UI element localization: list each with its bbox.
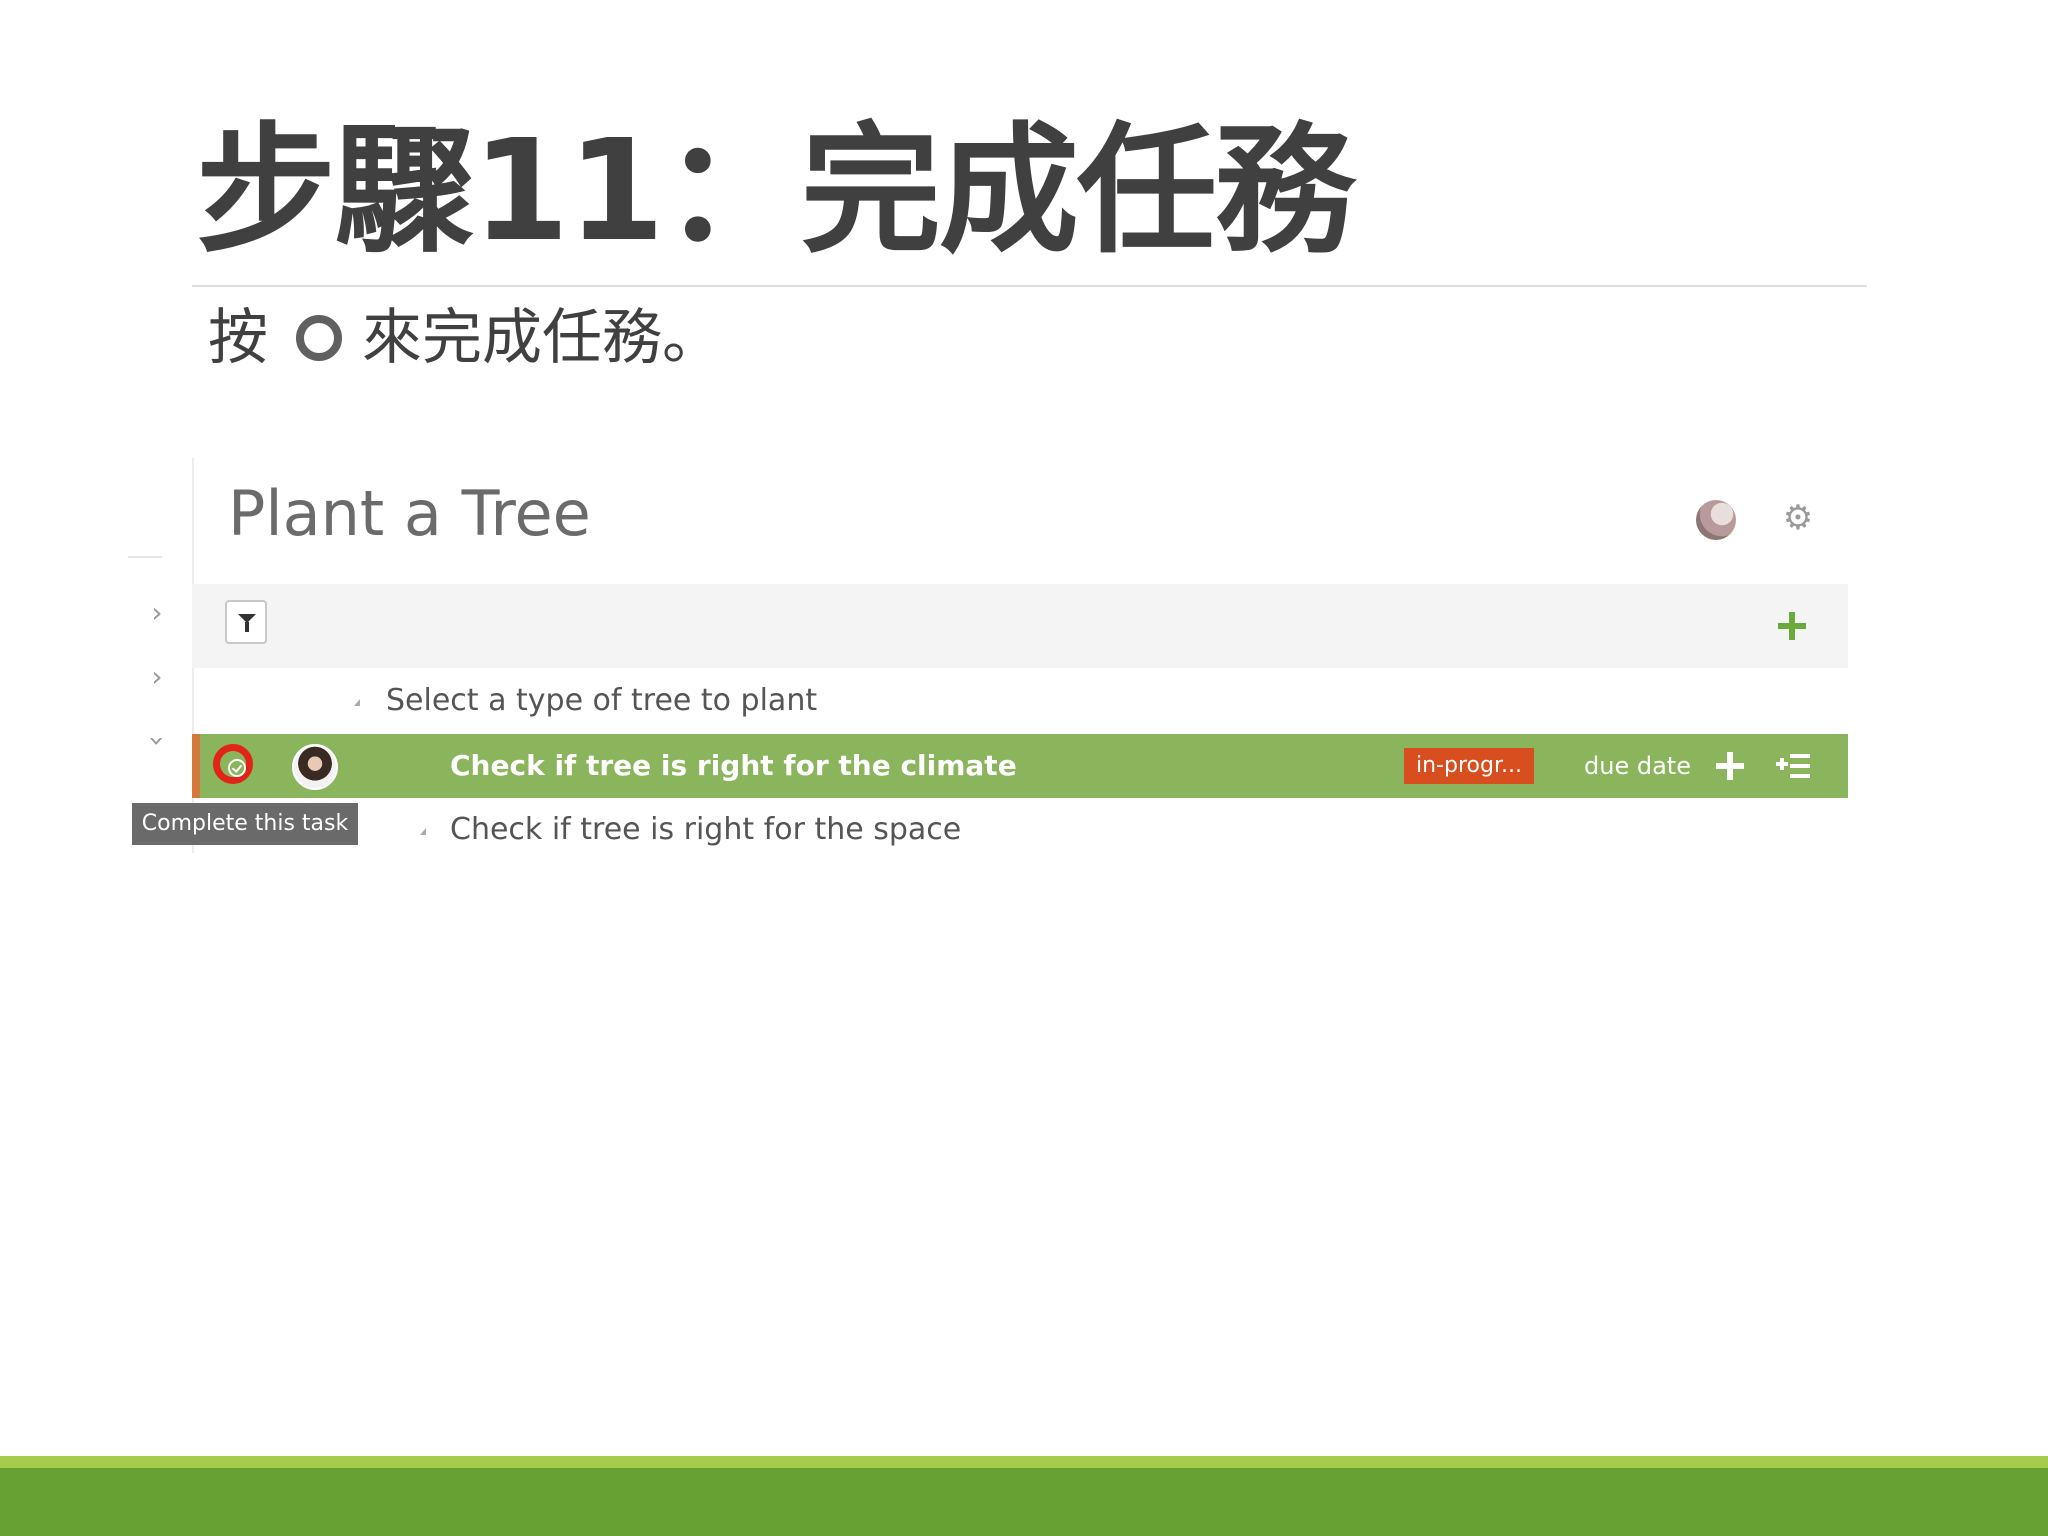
complete-task-button[interactable] (213, 744, 253, 784)
project-title: Plant a Tree (228, 477, 591, 550)
app-screenshot: › › › Plant a Tree ⚙ Select a type of tr… (128, 450, 1848, 853)
circle-icon (296, 315, 342, 361)
left-rail-stub (128, 556, 162, 558)
gear-icon[interactable]: ⚙ (1780, 498, 1816, 538)
subtask-list-icon[interactable] (1776, 754, 1810, 778)
chevron-right-icon[interactable]: › (142, 662, 172, 692)
instruction-before: 按 (208, 303, 268, 373)
footer-band (0, 1468, 2048, 1536)
tooltip: Complete this task (132, 803, 358, 845)
chevron-right-icon[interactable]: › (142, 598, 172, 628)
instruction-text: 按 來完成任務。 (208, 302, 722, 374)
footer-band-light (0, 1456, 2048, 1468)
add-subtask-button[interactable] (1716, 752, 1744, 780)
add-task-button[interactable] (1778, 612, 1806, 640)
avatar[interactable] (1696, 500, 1736, 540)
assignee-avatar[interactable] (292, 744, 338, 790)
filter-button[interactable] (225, 600, 267, 644)
chevron-down-icon[interactable]: › (141, 726, 174, 756)
status-badge[interactable]: in-progr... (1404, 748, 1534, 784)
task-title[interactable]: Check if tree is right for the climate (450, 746, 1017, 786)
slide-title: 步驟11：完成任務 (196, 110, 1355, 273)
collapse-caret-icon[interactable] (354, 699, 360, 706)
row-accent (192, 734, 200, 798)
collapse-caret-icon[interactable] (420, 828, 426, 835)
complete-check-icon (228, 759, 246, 777)
instruction-after: 來完成任務。 (362, 303, 722, 373)
task-toolbar (192, 584, 1848, 668)
task-row-label[interactable]: Check if tree is right for the space (450, 810, 961, 850)
due-date[interactable]: due date (1584, 746, 1691, 786)
title-divider (192, 285, 1867, 287)
task-row-label[interactable]: Select a type of tree to plant (386, 681, 817, 721)
